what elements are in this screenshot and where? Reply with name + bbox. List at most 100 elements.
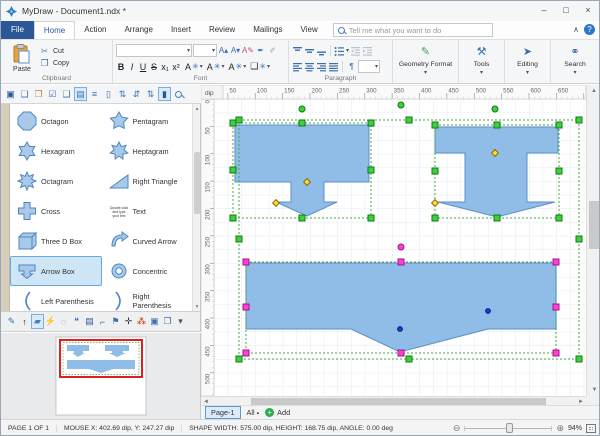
stack-tool-icon[interactable]: ❐ bbox=[161, 314, 174, 329]
scroll-up-icon[interactable]: ▲ bbox=[193, 104, 201, 113]
format-painter-icon[interactable]: ✐ bbox=[267, 44, 278, 57]
page-view-icon[interactable]: ▯ bbox=[102, 87, 115, 101]
control-point-dot[interactable] bbox=[486, 309, 491, 314]
notebook-icon[interactable]: ▤ bbox=[83, 314, 96, 329]
flag-tool-icon[interactable]: ⚑ bbox=[109, 314, 122, 329]
help-icon[interactable]: ? bbox=[584, 24, 595, 35]
edit-tool-icon[interactable]: ✎ bbox=[5, 314, 18, 329]
subscript-button[interactable]: x₁ bbox=[160, 62, 170, 72]
shape-item-arrow-box[interactable]: Arrow Box bbox=[10, 256, 102, 286]
open-folder-icon[interactable]: ❒ bbox=[32, 87, 45, 101]
text-highlight-button[interactable]: A✳▾ bbox=[228, 62, 246, 72]
zoom-out-icon[interactable]: ⊖ bbox=[453, 423, 461, 434]
ellipse-tool-icon[interactable]: ◌ bbox=[57, 314, 70, 329]
selection-handle[interactable] bbox=[368, 120, 374, 126]
pointer-tool-icon[interactable]: ↑ bbox=[18, 314, 31, 329]
shrink-font-icon[interactable]: A▾ bbox=[230, 44, 241, 57]
sort-number-icon[interactable]: ⇅ bbox=[116, 87, 129, 101]
selection-handle[interactable] bbox=[299, 120, 305, 126]
sort-az-icon[interactable]: ⇵ bbox=[130, 87, 143, 101]
tools-button[interactable]: ⚒ Tools ▾ bbox=[459, 40, 505, 83]
plus-tool-icon[interactable]: ✛ bbox=[122, 314, 135, 329]
selection-handle[interactable] bbox=[406, 356, 412, 362]
selection-handle[interactable] bbox=[243, 304, 249, 310]
scroll-down-icon[interactable]: ▼ bbox=[587, 384, 600, 396]
selection-handle[interactable] bbox=[553, 304, 559, 310]
selection-handle[interactable] bbox=[236, 236, 242, 242]
font-color-button[interactable]: A✳▾ bbox=[185, 62, 203, 72]
shape-item-heptagram[interactable]: Heptagram bbox=[102, 136, 194, 166]
tab-review[interactable]: Review bbox=[200, 21, 244, 39]
rotation-handle[interactable] bbox=[398, 102, 404, 108]
bold-button[interactable]: B bbox=[116, 62, 126, 72]
canvas-horizontal-scrollbar[interactable]: ◄ ► bbox=[201, 396, 586, 405]
italic-button[interactable]: I bbox=[127, 62, 137, 72]
hscroll-thumb[interactable] bbox=[251, 398, 546, 405]
strikethrough-button[interactable]: S bbox=[149, 62, 159, 72]
text-fill-button[interactable]: A✳▾ bbox=[207, 62, 225, 72]
selection-handle[interactable] bbox=[406, 117, 412, 123]
export-page-icon[interactable]: ❑ bbox=[60, 87, 73, 101]
selection-handle[interactable] bbox=[398, 259, 404, 265]
selection-handle[interactable] bbox=[553, 350, 559, 356]
spacing-select[interactable]: ▾ bbox=[358, 60, 380, 73]
selection-handle[interactable] bbox=[236, 356, 242, 362]
selection-handle[interactable] bbox=[576, 356, 582, 362]
slide-tool-icon[interactable]: ▣ bbox=[148, 314, 161, 329]
selection-handle[interactable] bbox=[230, 215, 236, 221]
text-style-icon[interactable]: A✎ bbox=[242, 44, 254, 57]
selection-handle[interactable] bbox=[368, 215, 374, 221]
zoom-slider[interactable] bbox=[464, 423, 552, 433]
tab-home[interactable]: Home bbox=[34, 21, 75, 39]
check-page-icon[interactable]: ☑ bbox=[46, 87, 59, 101]
shape-item-text[interactable]: Double clickand typeyour textText bbox=[102, 196, 194, 226]
zoom-slider-thumb[interactable] bbox=[506, 423, 513, 433]
font-family-select[interactable]: ▾ bbox=[116, 44, 192, 57]
fit-page-icon[interactable] bbox=[586, 424, 596, 433]
shape-item-cross[interactable]: Cross bbox=[10, 196, 102, 226]
align-left-icon[interactable] bbox=[292, 62, 303, 72]
selection-handle[interactable] bbox=[432, 215, 438, 221]
align-top-icon[interactable] bbox=[292, 46, 303, 56]
scroll-down-icon[interactable]: ▼ bbox=[193, 302, 201, 311]
selection-handle[interactable] bbox=[368, 167, 374, 173]
zoom-icon[interactable] bbox=[172, 87, 185, 101]
selection-handle[interactable] bbox=[494, 215, 500, 221]
decrease-indent-icon[interactable] bbox=[350, 46, 361, 56]
list-view-icon[interactable]: ≡ bbox=[88, 87, 101, 101]
add-page-button[interactable]: + Add bbox=[265, 408, 290, 417]
align-right-icon[interactable] bbox=[316, 62, 327, 72]
selection-handle[interactable] bbox=[556, 215, 562, 221]
tab-mailings[interactable]: Mailings bbox=[244, 21, 291, 39]
scroll-up-icon[interactable]: ▲ bbox=[587, 85, 600, 97]
shape-item-curved-arrow[interactable]: Curved Arrow bbox=[102, 226, 194, 256]
selection-handle[interactable] bbox=[230, 120, 236, 126]
shape-item-pentagram[interactable]: Pentagram bbox=[102, 106, 194, 136]
connector-tool-icon[interactable]: ⌐ bbox=[96, 314, 109, 329]
tab-insert[interactable]: Insert bbox=[162, 21, 200, 39]
close-button[interactable]: × bbox=[577, 1, 599, 19]
shape-item-hexagram[interactable]: Hexagram bbox=[10, 136, 102, 166]
org-chart-icon[interactable]: ⁂ bbox=[135, 314, 148, 329]
maximize-button[interactable]: □ bbox=[555, 1, 577, 19]
grow-font-icon[interactable]: A▴ bbox=[218, 44, 229, 57]
tab-action[interactable]: Action bbox=[75, 21, 115, 39]
library-side-strip[interactable] bbox=[1, 104, 10, 311]
library-scrollbar[interactable]: ▲ ▼ bbox=[192, 104, 200, 311]
eyedropper-icon[interactable]: ✒ bbox=[255, 44, 266, 57]
all-pages-dropdown[interactable]: All ▴ bbox=[247, 408, 260, 417]
save-icon[interactable]: ▣ bbox=[4, 87, 17, 101]
shape-item-three-d-box[interactable]: Three D Box bbox=[10, 226, 102, 256]
drawing-canvas[interactable]: 5010015020025030035040045050055060065070… bbox=[201, 85, 586, 396]
selection-handle[interactable] bbox=[576, 117, 582, 123]
underline-button[interactable]: U bbox=[138, 62, 148, 72]
selection-handle[interactable] bbox=[556, 122, 562, 128]
page-thumbnail[interactable] bbox=[1, 333, 201, 419]
sort-za-icon[interactable]: ⇅ bbox=[144, 87, 157, 101]
file-button[interactable]: File bbox=[1, 21, 34, 39]
callout-tool-icon[interactable]: ❝ bbox=[70, 314, 83, 329]
search-button[interactable]: ⚭ Search ▾ bbox=[551, 40, 599, 83]
selection-handle[interactable] bbox=[553, 259, 559, 265]
shape-item-right-parenthesis[interactable]: Right Parenthesis bbox=[102, 286, 194, 311]
vscroll-thumb[interactable] bbox=[589, 201, 600, 249]
